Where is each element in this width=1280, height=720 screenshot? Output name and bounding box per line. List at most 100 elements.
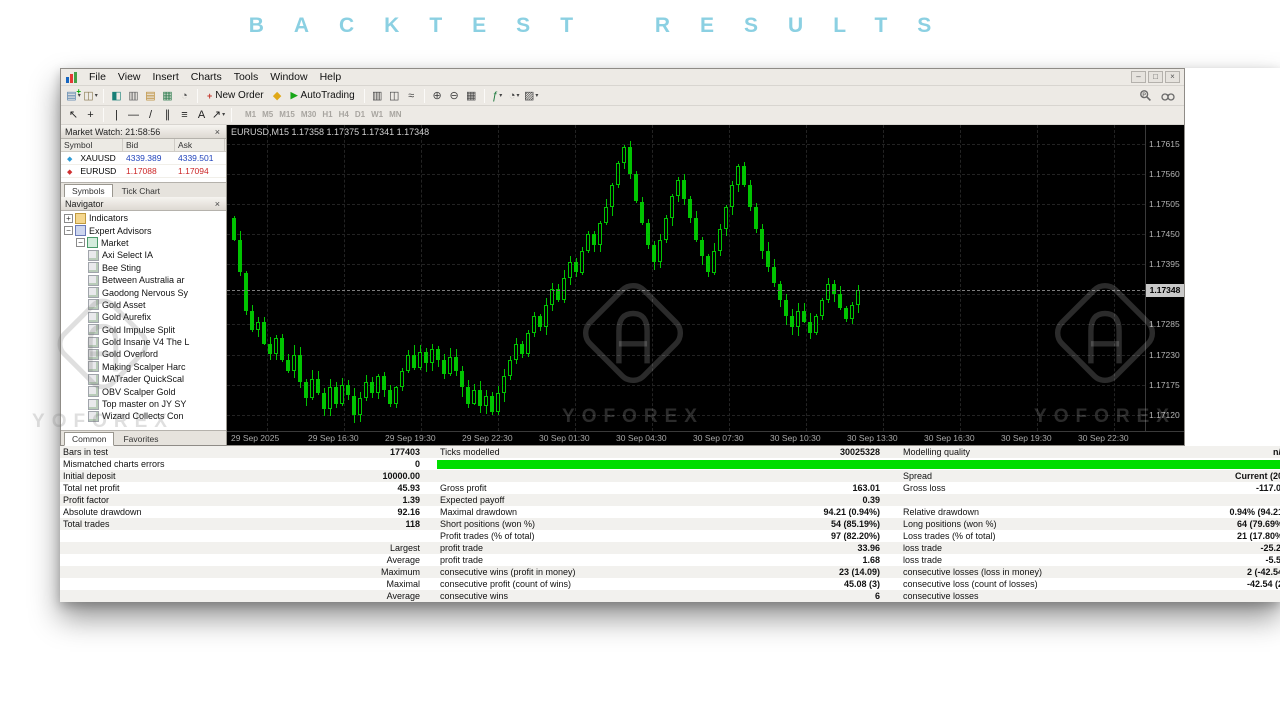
cursor-icon[interactable]: ↖ (65, 107, 82, 123)
close-icon[interactable]: × (213, 199, 222, 209)
price-scale[interactable]: 1.17615 1.17560 1.17505 1.17450 1.17395 1.172… (1146, 125, 1184, 431)
text-tool-icon[interactable]: A (193, 107, 210, 123)
menu-view[interactable]: View (112, 70, 147, 84)
tree-item-gold-asset[interactable]: Gold Asset (61, 299, 226, 311)
restore-button[interactable]: □ (1148, 71, 1163, 84)
menu-insert[interactable]: Insert (147, 70, 185, 84)
navigator-header[interactable]: Navigator × (61, 197, 226, 211)
close-icon[interactable]: × (213, 127, 222, 137)
tree-item-label: Expert Advisors (89, 225, 152, 236)
market-watch-icon[interactable]: ◧ (108, 88, 125, 104)
market-watch-tab-tick-chart[interactable]: Tick Chart (115, 185, 167, 197)
chart-plot[interactable]: EURUSD,M15 1.17358 1.17375 1.17341 1.173… (227, 125, 1146, 431)
menu-file[interactable]: File (83, 70, 112, 84)
strategy-tester-icon[interactable]: ◔ (176, 88, 193, 104)
navigator-icon[interactable]: ▤ (142, 88, 159, 104)
tree-item-market[interactable]: − Market (61, 237, 226, 249)
candle-body (580, 250, 584, 273)
menu-help[interactable]: Help (314, 70, 348, 84)
new-chart-icon[interactable]: ▤ + ▾ (65, 87, 82, 104)
indicators-icon[interactable]: ƒ ▾ (489, 88, 506, 104)
symbol-row-eurusd[interactable]: ◆ EURUSD 1.17088 1.17094 (61, 165, 226, 178)
report-row: Absolute drawdown 92.16 Maximal drawdown 94… (60, 506, 1280, 518)
timeframe-mn[interactable]: MN (386, 110, 404, 119)
tree-item-wizard-collects-con[interactable]: Wizard Collects Con (61, 410, 226, 422)
search-symbol-icon[interactable]: P (1139, 89, 1152, 102)
tree-item-gold-insane-v4-the-l[interactable]: Gold Insane V4 The L (61, 336, 226, 348)
timeframe-w1[interactable]: W1 (368, 110, 386, 119)
candle-body (292, 354, 296, 371)
terminal-icon[interactable]: ▦ (159, 88, 176, 104)
tree-item-indicators[interactable]: + Indicators (61, 212, 226, 224)
candle-body (412, 354, 416, 369)
new-order-button[interactable]: + New Order (202, 88, 269, 104)
toolbar-separator (363, 88, 365, 103)
arrows-icon[interactable]: ↗ ▾ (210, 107, 227, 123)
tree-item-gaodong-nervous-sy[interactable]: Gaodong Nervous Sy (61, 286, 226, 299)
profiles-icon[interactable]: ◫ ▾ (82, 88, 99, 104)
tree-item-making-scalper-harc[interactable]: Making Scalper Harc (61, 361, 226, 373)
bar-chart-icon[interactable]: ▥ (369, 88, 386, 104)
zoom-in-icon[interactable]: ⊕ (429, 88, 446, 104)
tile-windows-icon[interactable]: ▦ (463, 88, 480, 104)
candle-body (328, 387, 332, 410)
tree-item-between-australia-ar[interactable]: Between Australia ar (61, 274, 226, 286)
tree-item-gold-overlord[interactable]: Gold Overlord (61, 348, 226, 360)
tree-item-axi-select-ia[interactable]: Axi Select IA (61, 249, 226, 261)
expand-box-icon[interactable]: − (64, 226, 73, 236)
market-watch-tab-symbols[interactable]: Symbols (64, 184, 113, 198)
time-scale[interactable]: 29 Sep 2025 29 Sep 16:30 29 Sep 19:30 29 Se… (227, 431, 1184, 445)
zoom-out-icon[interactable]: ⊖ (446, 88, 463, 104)
data-window-icon[interactable]: ▥ (125, 88, 142, 104)
report-value: 0 (414, 459, 420, 469)
templates-icon[interactable]: ▨ ▾ (523, 88, 540, 104)
expand-box-icon[interactable]: + (64, 213, 73, 223)
modelling-quality-bar (437, 459, 1280, 469)
close-button[interactable]: × (1165, 71, 1180, 84)
binoculars-search-icon[interactable] (1161, 90, 1175, 102)
periods-icon[interactable]: ◔ ▾ (506, 88, 523, 104)
tree-item-gold-aurefix[interactable]: Gold Aurefix (61, 311, 226, 323)
menu-tools[interactable]: Tools (228, 70, 265, 84)
autotrading-button[interactable]: ▶ AutoTrading (286, 88, 360, 104)
tree-item-obv-scalper-gold[interactable]: OBV Scalper Gold (61, 385, 226, 398)
candle-chart-icon[interactable]: ◫ (386, 88, 403, 104)
symbol-row-xauusd[interactable]: ◆ XAUUSD 4339.389 4339.501 (61, 152, 226, 165)
timeframe-m15[interactable]: M15 (276, 110, 298, 119)
menu-window[interactable]: Window (264, 70, 313, 84)
h-gridline (227, 174, 1145, 176)
candle-body (358, 398, 362, 415)
expand-box-icon[interactable]: − (76, 238, 85, 248)
timeframe-m1[interactable]: M1 (242, 110, 259, 119)
channel-icon[interactable]: ∥ (159, 107, 176, 123)
tree-item-matrader-quickscal[interactable]: MATrader QuickScal (61, 373, 226, 385)
candle-body (802, 310, 806, 322)
market-watch-header[interactable]: Market Watch: 21:58:56 × (61, 125, 226, 139)
report-label: Relative drawdown (903, 507, 980, 517)
crosshair-icon[interactable]: + (82, 107, 99, 123)
tree-item-gold-impulse-split[interactable]: Gold Impulse Split (61, 324, 226, 336)
tree-item-expert-advisors[interactable]: − Expert Advisors (61, 224, 226, 237)
menu-items: File View Insert Charts Tools Window Help (83, 70, 347, 84)
fibonacci-icon[interactable]: ≡ (176, 107, 193, 123)
trendline-icon[interactable]: / (142, 107, 159, 123)
timeframe-h4[interactable]: H4 (336, 110, 352, 119)
navigator-tab-favorites[interactable]: Favorites (116, 433, 165, 445)
report-value: -5.58 (1265, 555, 1280, 565)
tree-item-top-master-on-jy-sy[interactable]: Top master on JY SY (61, 398, 226, 410)
candle-body (484, 395, 488, 407)
timeframe-d1[interactable]: D1 (352, 110, 368, 119)
minimize-button[interactable]: – (1131, 71, 1146, 84)
navigator-tab-common[interactable]: Common (64, 432, 115, 446)
menu-charts[interactable]: Charts (185, 70, 228, 84)
tree-item-bee-sting[interactable]: Bee Sting (61, 262, 226, 274)
horizontal-line-icon[interactable]: — (125, 107, 142, 123)
timeframe-h1[interactable]: H1 (319, 110, 335, 119)
metaeditor-icon[interactable]: ◆ (269, 88, 286, 104)
candle-body (298, 354, 302, 382)
timeframe-m5[interactable]: M5 (259, 110, 276, 119)
line-chart-icon[interactable]: ≈ (403, 88, 420, 104)
ea-product-icon (88, 287, 99, 299)
timeframe-m30[interactable]: M30 (298, 110, 320, 119)
vertical-line-icon[interactable]: | (108, 107, 125, 123)
